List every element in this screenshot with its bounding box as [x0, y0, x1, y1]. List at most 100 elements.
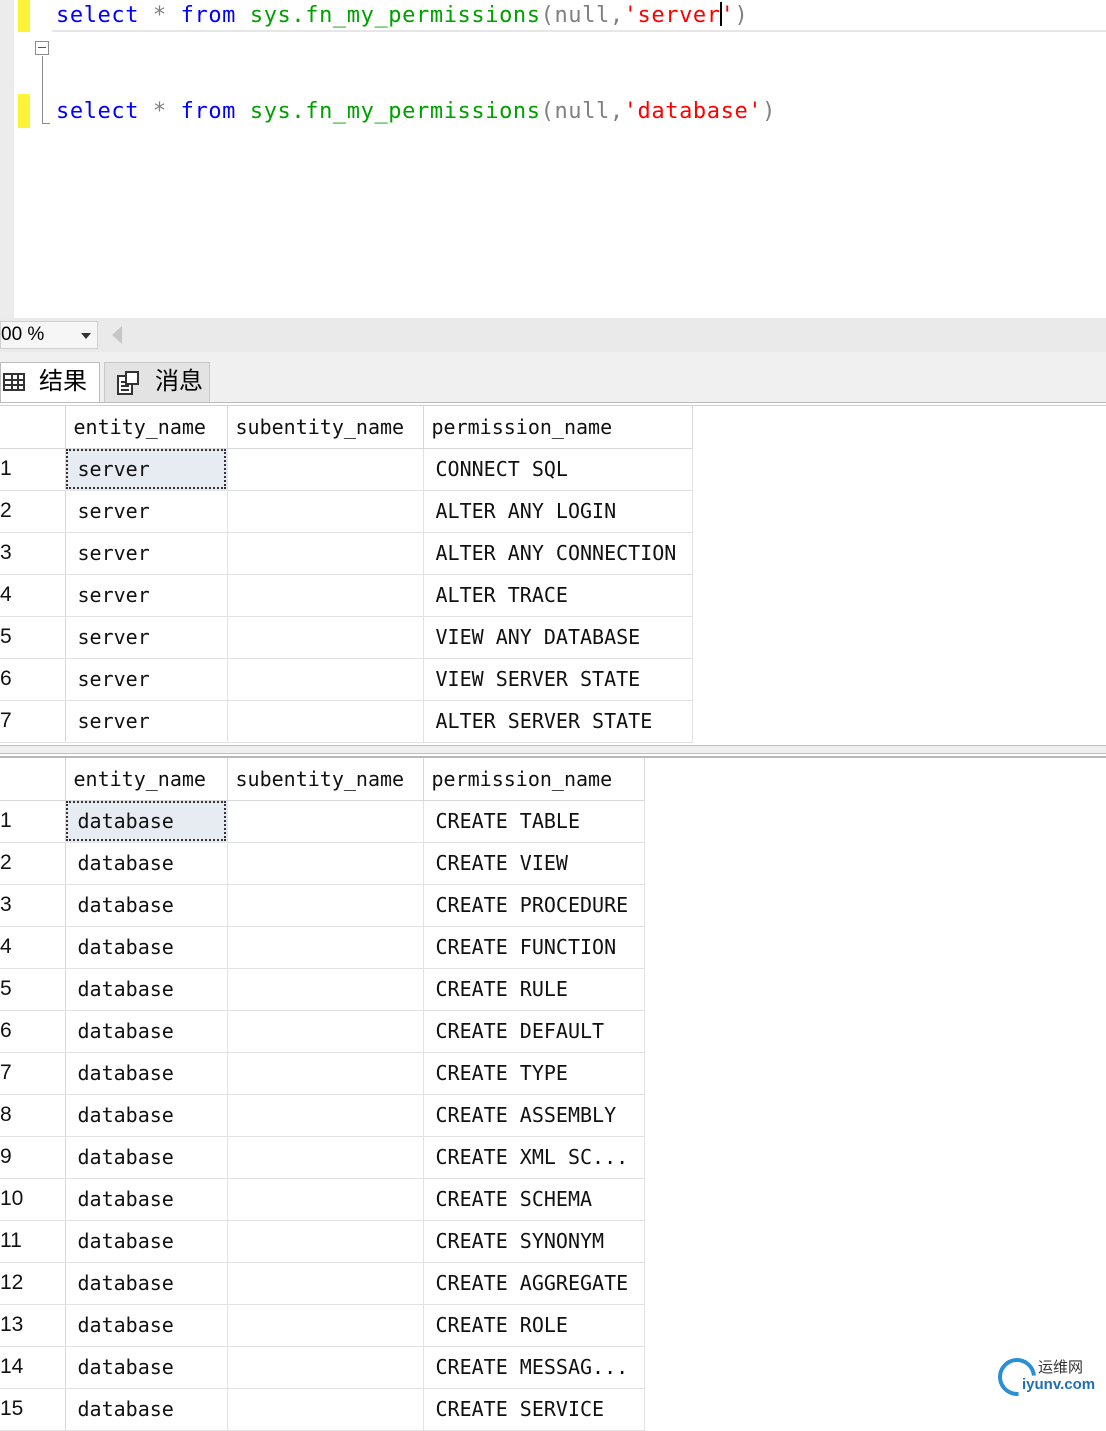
table-cell[interactable]: server [65, 490, 228, 533]
row-number[interactable]: 6 [0, 1010, 66, 1053]
table-cell[interactable]: CREATE SYNONYM [423, 1220, 645, 1263]
column-header[interactable]: entity_name [65, 758, 228, 801]
table-cell[interactable] [227, 616, 424, 659]
table-cell[interactable] [227, 1178, 424, 1221]
table-cell-selected[interactable]: database [65, 800, 228, 843]
table-cell[interactable]: database [65, 884, 228, 927]
table-cell[interactable] [227, 490, 424, 533]
results-grid-server[interactable]: entity_name subentity_name permission_na… [0, 405, 1106, 746]
table-cell[interactable] [227, 968, 424, 1011]
table-cell[interactable]: CREATE ROLE [423, 1304, 645, 1347]
table-cell[interactable] [227, 1262, 424, 1305]
table-row[interactable]: 1 database CREATE TABLE [0, 800, 645, 843]
table-cell[interactable]: CONNECT SQL [423, 448, 693, 491]
table-row[interactable]: 10 database CREATE SCHEMA [0, 1178, 645, 1221]
table-cell[interactable]: ALTER TRACE [423, 574, 693, 617]
table-row[interactable]: 11 database CREATE SYNONYM [0, 1220, 645, 1263]
row-number[interactable]: 11 [0, 1220, 66, 1263]
row-number[interactable]: 4 [0, 926, 66, 969]
collapse-icon[interactable] [35, 41, 49, 55]
table-cell[interactable]: CREATE TYPE [423, 1052, 645, 1095]
table-cell[interactable]: database [65, 1094, 228, 1137]
table-row[interactable]: 9 database CREATE XML SC... [0, 1136, 645, 1179]
table-cell[interactable]: CREATE ASSEMBLY [423, 1094, 645, 1137]
row-number[interactable]: 10 [0, 1178, 66, 1221]
table-cell[interactable] [227, 1136, 424, 1179]
scroll-left-icon[interactable] [112, 326, 122, 344]
table-cell[interactable]: CREATE PROCEDURE [423, 884, 645, 927]
table-cell[interactable]: CREATE SCHEMA [423, 1178, 645, 1221]
table-cell[interactable]: ALTER ANY LOGIN [423, 490, 693, 533]
table-cell[interactable]: server [65, 700, 228, 743]
row-number[interactable]: 5 [0, 616, 66, 659]
table-cell[interactable]: CREATE MESSAG... [423, 1346, 645, 1389]
table-cell[interactable]: database [65, 1010, 228, 1053]
row-number[interactable]: 7 [0, 700, 66, 743]
row-number[interactable]: 4 [0, 574, 66, 617]
table-row[interactable]: 13 database CREATE ROLE [0, 1304, 645, 1347]
row-number-header[interactable] [0, 758, 66, 801]
row-number[interactable]: 6 [0, 658, 66, 701]
column-header[interactable]: subentity_name [227, 406, 424, 449]
table-cell[interactable]: CREATE SERVICE [423, 1388, 645, 1431]
table-row[interactable]: 7 server ALTER SERVER STATE [0, 700, 693, 743]
table-row[interactable]: 6 server VIEW SERVER STATE [0, 658, 693, 701]
row-number[interactable]: 15 [0, 1388, 66, 1431]
table-row[interactable]: 3 database CREATE PROCEDURE [0, 884, 645, 927]
row-number[interactable]: 1 [0, 800, 66, 843]
grid-splitter[interactable] [0, 745, 1106, 754]
chevron-down-icon[interactable] [81, 333, 91, 339]
row-number[interactable]: 2 [0, 490, 66, 533]
table-row[interactable]: 7 database CREATE TYPE [0, 1052, 645, 1095]
table-row[interactable]: 4 server ALTER TRACE [0, 574, 693, 617]
table-cell[interactable]: VIEW ANY DATABASE [423, 616, 693, 659]
code-line-1[interactable]: select * from sys.fn_my_permissions(null… [56, 1, 748, 31]
table-cell[interactable] [227, 926, 424, 969]
row-number[interactable]: 8 [0, 1094, 66, 1137]
row-number[interactable]: 1 [0, 448, 66, 491]
table-cell[interactable] [227, 1010, 424, 1053]
table-cell[interactable]: server [65, 658, 228, 701]
table-row[interactable]: 4 database CREATE FUNCTION [0, 926, 645, 969]
table-cell[interactable] [227, 1094, 424, 1137]
table-cell[interactable]: database [65, 1388, 228, 1431]
row-number[interactable]: 12 [0, 1262, 66, 1305]
results-grid-database[interactable]: entity_name subentity_name permission_na… [0, 756, 1106, 1431]
table-cell[interactable]: server [65, 616, 228, 659]
table-row[interactable]: 3 server ALTER ANY CONNECTION [0, 532, 693, 575]
row-number[interactable]: 5 [0, 968, 66, 1011]
table-cell[interactable] [227, 884, 424, 927]
row-number[interactable]: 3 [0, 884, 66, 927]
table-cell[interactable] [227, 1388, 424, 1431]
column-header[interactable]: entity_name [65, 406, 228, 449]
table-cell[interactable]: database [65, 1346, 228, 1389]
table-cell[interactable]: CREATE RULE [423, 968, 645, 1011]
table-cell-selected[interactable]: server [65, 448, 228, 491]
table-cell[interactable]: database [65, 1304, 228, 1347]
table-cell[interactable] [227, 800, 424, 843]
table-cell[interactable] [227, 532, 424, 575]
table-cell[interactable] [227, 658, 424, 701]
table-cell[interactable]: CREATE DEFAULT [423, 1010, 645, 1053]
code-line-2[interactable]: select * from sys.fn_my_permissions(null… [56, 97, 776, 127]
row-number[interactable]: 13 [0, 1304, 66, 1347]
table-cell[interactable] [227, 1052, 424, 1095]
column-header[interactable]: permission_name [423, 406, 693, 449]
table-row[interactable]: 1 server CONNECT SQL [0, 448, 693, 491]
table-cell[interactable]: CREATE AGGREGATE [423, 1262, 645, 1305]
column-header[interactable]: permission_name [423, 758, 645, 801]
table-row[interactable]: 15 database CREATE SERVICE [0, 1388, 645, 1431]
row-number[interactable]: 9 [0, 1136, 66, 1179]
table-cell[interactable] [227, 1220, 424, 1263]
table-cell[interactable]: database [65, 926, 228, 969]
table-cell[interactable]: server [65, 574, 228, 617]
column-header[interactable]: subentity_name [227, 758, 424, 801]
table-cell[interactable]: database [65, 968, 228, 1011]
table-cell[interactable]: CREATE FUNCTION [423, 926, 645, 969]
table-cell[interactable]: ALTER ANY CONNECTION [423, 532, 693, 575]
row-number-header[interactable] [0, 406, 66, 449]
table-cell[interactable]: database [65, 1220, 228, 1263]
table-row[interactable]: 14 database CREATE MESSAG... [0, 1346, 645, 1389]
table-cell[interactable]: server [65, 532, 228, 575]
table-row[interactable]: 5 server VIEW ANY DATABASE [0, 616, 693, 659]
